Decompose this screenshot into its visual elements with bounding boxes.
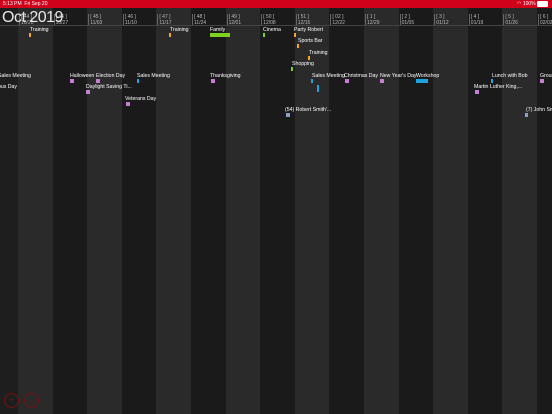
event-marker[interactable] bbox=[380, 79, 384, 83]
event-marker[interactable] bbox=[525, 113, 528, 117]
add-icon[interactable]: + bbox=[4, 393, 19, 408]
event-marker[interactable] bbox=[491, 79, 493, 83]
event-marker[interactable] bbox=[416, 79, 428, 83]
event-label[interactable]: Sports Bar bbox=[298, 38, 323, 44]
event-marker[interactable] bbox=[286, 113, 290, 117]
event-label[interactable]: Sales Meeting bbox=[0, 73, 31, 79]
event-label[interactable]: Sales Meeting bbox=[137, 73, 170, 79]
event-label[interactable]: Sales Meeting bbox=[312, 73, 345, 79]
event-label[interactable]: Cinema bbox=[263, 27, 281, 33]
event-marker[interactable] bbox=[70, 79, 74, 83]
event-marker[interactable] bbox=[137, 79, 139, 83]
event-label[interactable]: Training bbox=[170, 27, 189, 33]
event-label[interactable]: Shopping bbox=[292, 61, 314, 67]
event-label[interactable]: Training bbox=[30, 27, 49, 33]
event-marker[interactable] bbox=[297, 44, 299, 48]
event-marker[interactable] bbox=[317, 85, 319, 92]
event-marker[interactable] bbox=[86, 90, 90, 94]
event-label[interactable]: Lunch with Bob bbox=[492, 73, 527, 79]
event-marker[interactable] bbox=[475, 90, 479, 94]
event-marker[interactable] bbox=[311, 79, 313, 83]
event-marker[interactable] bbox=[345, 79, 349, 83]
event-marker[interactable] bbox=[294, 33, 296, 37]
event-marker[interactable] bbox=[263, 33, 265, 37]
event-label[interactable]: Christmas Day bbox=[344, 73, 378, 79]
event-label[interactable]: New Year's Day bbox=[380, 73, 416, 79]
event-marker[interactable] bbox=[126, 102, 130, 106]
events-layer: Training Training Family Cinema Party Robert… bbox=[0, 0, 552, 414]
event-marker[interactable] bbox=[291, 67, 293, 71]
event-marker[interactable] bbox=[540, 79, 544, 83]
event-label[interactable]: Daylight Saving Ti... bbox=[86, 84, 132, 90]
event-marker[interactable] bbox=[308, 56, 310, 60]
event-label[interactable]: Election Day bbox=[96, 73, 125, 79]
event-marker[interactable] bbox=[210, 33, 230, 37]
event-marker[interactable] bbox=[169, 33, 171, 37]
event-marker[interactable] bbox=[29, 33, 31, 37]
event-marker[interactable] bbox=[96, 79, 100, 83]
event-label[interactable]: (54) Robert Smith'... bbox=[285, 107, 331, 113]
event-label[interactable]: bus Day bbox=[0, 84, 17, 90]
event-label[interactable]: Training bbox=[309, 50, 328, 56]
event-label[interactable]: Party Robert bbox=[294, 27, 323, 33]
back-icon[interactable]: ← bbox=[24, 393, 39, 408]
event-marker[interactable] bbox=[211, 79, 215, 83]
event-label[interactable]: (7) John Sm bbox=[526, 107, 552, 113]
event-label[interactable]: Martin Luther King,... bbox=[474, 84, 522, 90]
